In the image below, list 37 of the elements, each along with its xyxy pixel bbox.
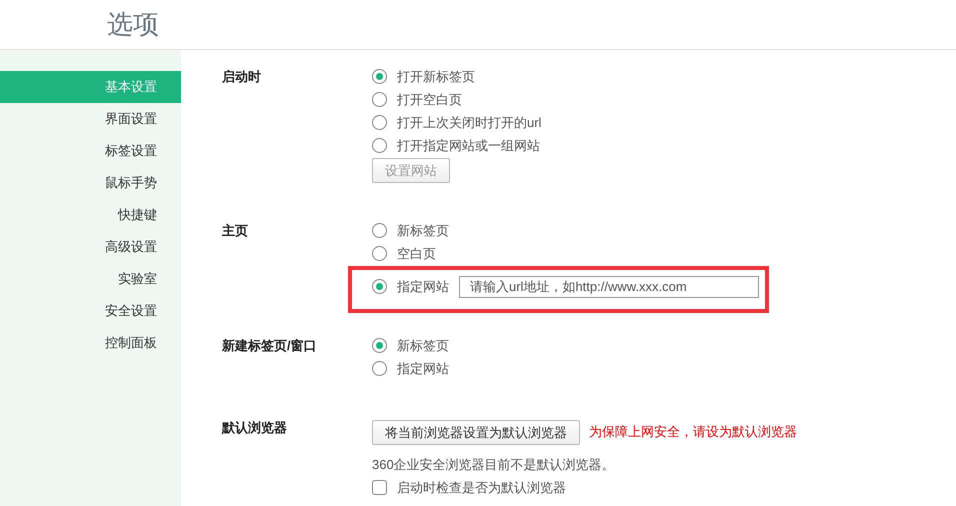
option-label[interactable]: 打开新标签页: [397, 68, 475, 86]
warning-text: 为保障上网安全，请设为默认浏览器: [589, 423, 797, 441]
url-field[interactable]: 请输入url地址，如http://www.xxx.com: [459, 276, 759, 298]
page-title: 选项: [107, 8, 159, 41]
sidebar-item[interactable]: 标签设置: [0, 135, 181, 167]
sidebar-item[interactable]: 高级设置: [0, 231, 181, 263]
option-label[interactable]: 新标签页: [397, 222, 449, 240]
section-label: 默认浏览器: [222, 419, 288, 437]
section-label: 新建标签页/窗口: [222, 337, 318, 355]
sidebar-item[interactable]: 控制面板: [0, 327, 181, 359]
option-label[interactable]: 指定网站: [397, 278, 449, 296]
status-text: 360企业安全浏览器目前不是默认浏览器。: [372, 456, 615, 474]
settings-button[interactable]: 将当前浏览器设置为默认浏览器: [372, 420, 580, 445]
sidebar-item[interactable]: 安全设置: [0, 295, 181, 327]
option-label[interactable]: 打开指定网站或一组网站: [397, 136, 540, 154]
radio-button[interactable]: [372, 115, 387, 130]
checkbox[interactable]: [372, 480, 387, 495]
sidebar-item[interactable]: 鼠标手势: [0, 167, 181, 199]
option-label[interactable]: 打开上次关闭时打开的url: [397, 114, 542, 132]
option-label[interactable]: 打开空白页: [397, 90, 462, 108]
checkbox-label[interactable]: 启动时检查是否为默认浏览器: [397, 478, 566, 496]
sidebar-item[interactable]: 界面设置: [0, 103, 181, 135]
option-label[interactable]: 新标签页: [397, 336, 449, 354]
radio-button[interactable]: [372, 338, 387, 353]
option-label[interactable]: 空白页: [397, 244, 436, 262]
radio-button[interactable]: [372, 92, 387, 107]
radio-button[interactable]: [372, 361, 387, 376]
radio-button[interactable]: [372, 246, 387, 261]
radio-button[interactable]: [372, 223, 387, 238]
option-label[interactable]: 指定网站: [397, 360, 449, 378]
section-label: 启动时: [222, 68, 262, 86]
sidebar-item[interactable]: 快捷键: [0, 199, 181, 231]
section-label: 主页: [222, 222, 249, 240]
sidebar-item[interactable]: 实验室: [0, 263, 181, 295]
radio-button[interactable]: [372, 69, 387, 84]
radio-button[interactable]: [372, 279, 387, 294]
radio-button[interactable]: [372, 138, 387, 153]
